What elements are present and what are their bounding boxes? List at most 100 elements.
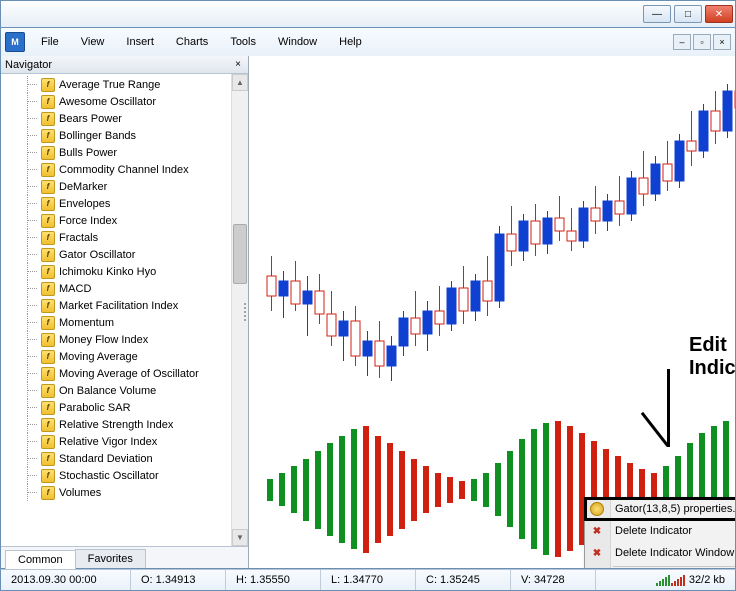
function-icon: f xyxy=(41,146,55,160)
function-icon: f xyxy=(41,163,55,177)
navigator-item-label: Ichimoku Kinko Hyo xyxy=(59,266,156,278)
function-icon: f xyxy=(41,486,55,500)
navigator-item[interactable]: fMomentum xyxy=(7,314,248,331)
navigator-item-label: Volumes xyxy=(59,487,101,499)
function-icon: f xyxy=(41,299,55,313)
context-menu: Gator(13,8,5) properties... ✖ Delete Ind… xyxy=(584,497,735,568)
navigator-item-label: Bears Power xyxy=(59,113,122,125)
status-open: O: 1.34913 xyxy=(131,570,226,590)
navigator-item[interactable]: f MACD xyxy=(7,280,248,297)
function-icon: f xyxy=(41,197,55,211)
navigator-item-label: Money Flow Index xyxy=(59,334,148,346)
navigator-item[interactable]: f Average True Range xyxy=(7,76,248,93)
menu-charts[interactable]: Charts xyxy=(166,32,218,52)
status-low: L: 1.34770 xyxy=(321,570,416,590)
function-icon: f xyxy=(41,248,55,262)
menu-insert[interactable]: Insert xyxy=(116,32,164,52)
navigator-close-icon[interactable]: × xyxy=(232,59,244,70)
navigator-item[interactable]: fOn Balance Volume xyxy=(7,382,248,399)
navigator-item[interactable]: fMoving Average of Oscillator xyxy=(7,365,248,382)
navigator-item[interactable]: fDeMarker xyxy=(7,178,248,195)
menu-item-properties[interactable]: Gator(13,8,5) properties... xyxy=(585,498,735,520)
navigator-item-label: On Balance Volume xyxy=(59,385,156,397)
function-icon: f xyxy=(41,112,55,126)
function-icon: f xyxy=(41,469,55,483)
menu-window[interactable]: Window xyxy=(268,32,327,52)
tab-favorites[interactable]: Favorites xyxy=(75,549,146,568)
maximize-button[interactable]: □ xyxy=(674,5,702,23)
menu-item-label: Delete Indicator Window xyxy=(615,547,734,559)
mdi-close-button[interactable]: × xyxy=(713,34,731,50)
status-bar: 2013.09.30 00:00 O: 1.34913 H: 1.35550 L… xyxy=(0,569,736,591)
navigator-item-label: Average True Range xyxy=(59,79,160,91)
scroll-thumb[interactable] xyxy=(233,224,247,284)
navigator-item[interactable]: f Relative Strength Index xyxy=(7,416,248,433)
navigator-item[interactable]: f Market Facilitation Index xyxy=(7,297,248,314)
menu-bar: M File View Insert Charts Tools Window H… xyxy=(0,28,736,56)
function-icon: f xyxy=(41,95,55,109)
function-icon: f xyxy=(41,78,55,92)
navigator-item[interactable]: fGator Oscillator xyxy=(7,246,248,263)
close-button[interactable]: ✕ xyxy=(705,5,733,23)
window-titlebar: — □ ✕ xyxy=(0,0,736,28)
navigator-item[interactable]: f Moving Average xyxy=(7,348,248,365)
navigator-item-label: Envelopes xyxy=(59,198,110,210)
function-icon: f xyxy=(41,265,55,279)
menu-item-delete-window[interactable]: ✖ Delete Indicator Window xyxy=(585,542,735,564)
navigator-item-label: Market Facilitation Index xyxy=(59,300,178,312)
scroll-up-button[interactable]: ▲ xyxy=(232,74,248,91)
navigator-item[interactable]: f Envelopes xyxy=(7,195,248,212)
function-icon: f xyxy=(41,350,55,364)
annotation-label: Edit Indicator xyxy=(689,334,735,380)
navigator-item[interactable]: fStochastic Oscillator xyxy=(7,467,248,484)
status-volume: V: 34728 xyxy=(511,570,596,590)
candlestick-chart xyxy=(249,56,735,416)
navigator-item-label: Relative Strength Index xyxy=(59,419,173,431)
navigator-item-label: Moving Average of Oscillator xyxy=(59,368,199,380)
navigator-item[interactable]: f Bulls Power xyxy=(7,144,248,161)
menu-tools[interactable]: Tools xyxy=(220,32,266,52)
function-icon: f xyxy=(41,452,55,466)
navigator-item[interactable]: f Force Index xyxy=(7,212,248,229)
function-icon: f xyxy=(41,418,55,432)
navigator-item-label: Force Index xyxy=(59,215,117,227)
navigator-item[interactable]: f Volumes xyxy=(7,484,248,501)
function-icon: f xyxy=(41,180,55,194)
status-high: H: 1.35550 xyxy=(226,570,321,590)
chart-area[interactable]: Edit Indicator Gator(13,8,5) properties.… xyxy=(249,56,735,568)
navigator-item-label: Bulls Power xyxy=(59,147,117,159)
mdi-restore-button[interactable]: ▫ xyxy=(693,34,711,50)
navigator-item[interactable]: fParabolic SAR xyxy=(7,399,248,416)
navigator-item[interactable]: fCommodity Channel Index xyxy=(7,161,248,178)
navigator-tree[interactable]: fAverage True RangefAwesome OscillatorfB… xyxy=(1,74,248,546)
delete-window-icon: ✖ xyxy=(589,545,605,561)
menu-file[interactable]: File xyxy=(31,32,69,52)
navigator-item[interactable]: fRelative Vigor Index xyxy=(7,433,248,450)
menu-item-delete-indicator[interactable]: ✖ Delete Indicator xyxy=(585,520,735,542)
navigator-item-label: Bollinger Bands xyxy=(59,130,136,142)
tab-common[interactable]: Common xyxy=(5,550,76,569)
function-icon: f xyxy=(41,214,55,228)
menu-help[interactable]: Help xyxy=(329,32,372,52)
status-close: C: 1.35245 xyxy=(416,570,511,590)
navigator-item[interactable]: fFractals xyxy=(7,229,248,246)
navigator-title-bar: Navigator × xyxy=(1,56,248,74)
menu-view[interactable]: View xyxy=(71,32,115,52)
menu-separator xyxy=(613,566,735,567)
annotation-line xyxy=(667,369,670,447)
navigator-item[interactable]: f Ichimoku Kinko Hyo xyxy=(7,263,248,280)
navigator-item[interactable]: fMoney Flow Index xyxy=(7,331,248,348)
panel-resize-grip[interactable] xyxy=(242,292,248,332)
mdi-minimize-button[interactable]: – xyxy=(673,34,691,50)
navigator-item-label: MACD xyxy=(59,283,91,295)
navigator-item[interactable]: fStandard Deviation xyxy=(7,450,248,467)
function-icon: f xyxy=(41,435,55,449)
function-icon: f xyxy=(41,282,55,296)
navigator-item-label: Moving Average xyxy=(59,351,138,363)
minimize-button[interactable]: — xyxy=(643,5,671,23)
navigator-item[interactable]: fBollinger Bands xyxy=(7,127,248,144)
navigator-item[interactable]: f Bears Power xyxy=(7,110,248,127)
app-logo-icon: M xyxy=(5,32,25,52)
scroll-down-button[interactable]: ▼ xyxy=(232,529,248,546)
navigator-item[interactable]: fAwesome Oscillator xyxy=(7,93,248,110)
